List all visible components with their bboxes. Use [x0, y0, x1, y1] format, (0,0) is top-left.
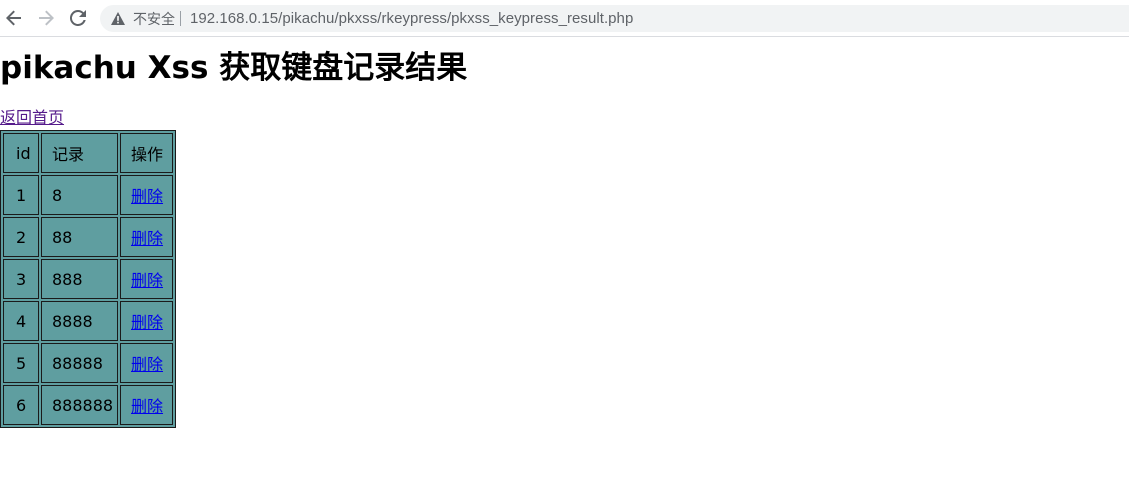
delete-link[interactable]: 删除 [131, 187, 163, 206]
delete-link[interactable]: 删除 [131, 313, 163, 332]
url-text[interactable]: 192.168.0.15/pikachu/pkxss/rkeypress/pkx… [190, 10, 633, 27]
cell-id: 2 [3, 217, 39, 257]
cell-id: 1 [3, 175, 39, 215]
table-row: 5 88888 删除 [3, 343, 173, 383]
header-action: 操作 [120, 133, 173, 173]
page-title: pikachu Xss 获取键盘记录结果 [0, 50, 468, 86]
delete-link[interactable]: 删除 [131, 229, 163, 248]
address-bar[interactable]: 不安全 192.168.0.15/pikachu/pkxss/rkeypress… [100, 5, 1129, 32]
table-row: 3 888 删除 [3, 259, 173, 299]
table-row: 2 88 删除 [3, 217, 173, 257]
records-table: id 记录 操作 1 8 删除 2 88 删除 3 888 删除 4 8888 [0, 130, 176, 428]
cell-action: 删除 [120, 217, 173, 257]
cell-action: 删除 [120, 301, 173, 341]
cell-id: 4 [3, 301, 39, 341]
cell-action: 删除 [120, 343, 173, 383]
cell-record: 8888 [41, 301, 118, 341]
cell-record: 888888 [41, 385, 118, 425]
reload-icon [70, 10, 86, 26]
cell-record: 88888 [41, 343, 118, 383]
delete-link[interactable]: 删除 [131, 271, 163, 290]
cell-id: 5 [3, 343, 39, 383]
cell-id: 6 [3, 385, 39, 425]
security-label[interactable]: 不安全 [133, 9, 175, 29]
table-row: 6 888888 删除 [3, 385, 173, 425]
arrow-right-icon [39, 10, 54, 26]
table-header-row: id 记录 操作 [3, 133, 173, 173]
cell-record: 8 [41, 175, 118, 215]
arrow-left-icon [6, 10, 21, 26]
divider [180, 11, 181, 26]
cell-action: 删除 [120, 259, 173, 299]
warning-triangle-icon[interactable] [110, 11, 126, 27]
cell-action: 删除 [120, 385, 173, 425]
header-id: id [3, 133, 39, 173]
table-row: 1 8 删除 [3, 175, 173, 215]
cell-action: 删除 [120, 175, 173, 215]
header-record: 记录 [41, 133, 118, 173]
cell-record: 88 [41, 217, 118, 257]
table-row: 4 8888 删除 [3, 301, 173, 341]
delete-link[interactable]: 删除 [131, 355, 163, 374]
back-button[interactable] [3, 7, 25, 29]
delete-link[interactable]: 删除 [131, 397, 163, 416]
reload-button[interactable] [67, 7, 89, 29]
cell-record: 888 [41, 259, 118, 299]
home-link[interactable]: 返回首页 [0, 109, 64, 127]
cell-id: 3 [3, 259, 39, 299]
forward-button[interactable] [35, 7, 57, 29]
browser-toolbar: 不安全 192.168.0.15/pikachu/pkxss/rkeypress… [0, 0, 1129, 37]
